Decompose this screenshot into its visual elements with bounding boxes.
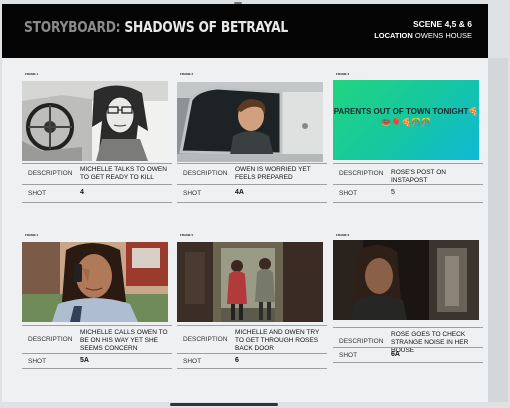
storyboard-frame-4: FRAME 4 DESCRIPTION MICHELLE CALLS OWEN …: [22, 231, 172, 381]
location-info: LOCATION OWENS HOUSE: [374, 31, 472, 40]
shot-label: SHOT: [339, 190, 358, 197]
shot-number: 4A: [235, 189, 244, 196]
document-viewer: STORYBOARD: SHADOWS OF BETRAYAL SCENE 4,…: [0, 0, 510, 408]
description-row: DESCRIPTION MICHELLE TALKS TO OWEN TO GE…: [22, 163, 172, 182]
description-text: OWEN IS WORRIED YET FEELS PREPARED: [235, 166, 311, 181]
frame-label: FRAME 6: [336, 233, 350, 237]
shot-number: 5A: [80, 357, 89, 364]
frame-label: FRAME 5: [180, 233, 194, 237]
shot-label: SHOT: [183, 190, 202, 197]
shot-number: 5: [391, 189, 395, 196]
storyboard-header: STORYBOARD: SHADOWS OF BETRAYAL SCENE 4,…: [2, 4, 488, 58]
frame-divider: [333, 362, 483, 363]
description-label: DESCRIPTION: [339, 170, 384, 177]
frame-label: FRAME 4: [25, 233, 39, 237]
page-title: STORYBOARD: SHADOWS OF BETRAYAL: [24, 18, 288, 36]
frame-divider: [177, 368, 327, 369]
title-prefix: STORYBOARD:: [24, 18, 121, 36]
shot-label: SHOT: [183, 358, 202, 365]
frame-image-instapost: PARENTS OUT OF TOWN TONIGHT🍕🍩🎈🍕🎊🎊: [333, 80, 479, 160]
shot-label: SHOT: [28, 190, 47, 197]
frame-image-owen-in-car: [177, 82, 323, 162]
storyboard-frame-6: FRAME 6 DESCRIPTION ROSE GOES TO CHECK S…: [333, 231, 483, 381]
description-label: DESCRIPTION: [183, 336, 228, 343]
title-main: SHADOWS OF BETRAYAL: [124, 18, 288, 36]
description-text: MICHELLE AND OWEN TRY TO GET THROUGH ROS…: [235, 329, 320, 352]
storyboard-frame-1: FRAME 1 DESCRIPTION MICHELLE TALKS TO OW…: [22, 70, 172, 210]
shot-number: 4: [80, 189, 84, 196]
frame-label: FRAME 2: [180, 72, 194, 76]
storyboard-frame-3: FRAME 3 PARENTS OUT OF TOWN TONIGHT🍕🍩🎈🍕🎊…: [333, 70, 483, 210]
description-label: DESCRIPTION: [28, 170, 73, 177]
scroll-gutter[interactable]: [488, 58, 508, 402]
description-label: DESCRIPTION: [339, 338, 384, 345]
description-text: MICHELLE TALKS TO OWEN TO GET READY TO K…: [80, 166, 167, 181]
frame-image-michelle-phone: [22, 242, 168, 322]
shot-row: SHOT 5: [333, 184, 483, 201]
home-indicator[interactable]: [170, 403, 278, 406]
frame-divider: [22, 202, 172, 203]
storyboard-frame-2: FRAME 2 DESCRIPTION OWEN IS WORRIED YET …: [177, 70, 327, 210]
shot-row: SHOT 4: [22, 184, 172, 201]
description-text: ROSE'S POST ON INSTAPOST: [391, 169, 446, 184]
frame-divider: [22, 368, 172, 369]
frame-divider: [177, 202, 327, 203]
description-label: DESCRIPTION: [28, 336, 73, 343]
shot-number: 6: [235, 357, 239, 364]
description-row: DESCRIPTION MICHELLE CALLS OWEN TO BE ON…: [22, 325, 172, 352]
storyboard-frame-5: FRAME 5 DESCRIPTION MICHELLE AND OWEN TR…: [177, 231, 327, 381]
frame-label: FRAME 1: [25, 72, 39, 76]
frame-divider: [333, 202, 483, 203]
shot-row: SHOT 4A: [177, 184, 327, 201]
scene-info: SCENE 4,5 & 6: [412, 19, 472, 29]
frame-image-back-door: [177, 242, 323, 322]
description-label: DESCRIPTION: [183, 170, 228, 177]
description-row: DESCRIPTION MICHELLE AND OWEN TRY TO GET…: [177, 325, 327, 352]
frame-label: FRAME 3: [336, 72, 350, 76]
shot-number: 6A: [391, 351, 400, 358]
shot-label: SHOT: [339, 352, 358, 359]
shot-row: SHOT 6A: [333, 347, 483, 362]
description-row: DESCRIPTION ROSE'S POST ON INSTAPOST: [333, 163, 483, 184]
shot-row: SHOT 6: [177, 353, 327, 368]
shot-label: SHOT: [28, 358, 47, 365]
frame-image-michelle-in-car: [22, 81, 168, 161]
description-row: DESCRIPTION OWEN IS WORRIED YET FEELS PR…: [177, 163, 327, 182]
instapost-text: PARENTS OUT OF TOWN TONIGHT🍕🍩🎈🍕🎊🎊: [333, 107, 479, 127]
frame-image-rose-checking: [333, 240, 479, 320]
location-label: LOCATION: [374, 31, 413, 40]
description-text: MICHELLE CALLS OWEN TO BE ON HIS WAY YET…: [80, 329, 168, 352]
location-value: OWENS HOUSE: [414, 31, 472, 40]
shot-row: SHOT 5A: [22, 353, 172, 368]
